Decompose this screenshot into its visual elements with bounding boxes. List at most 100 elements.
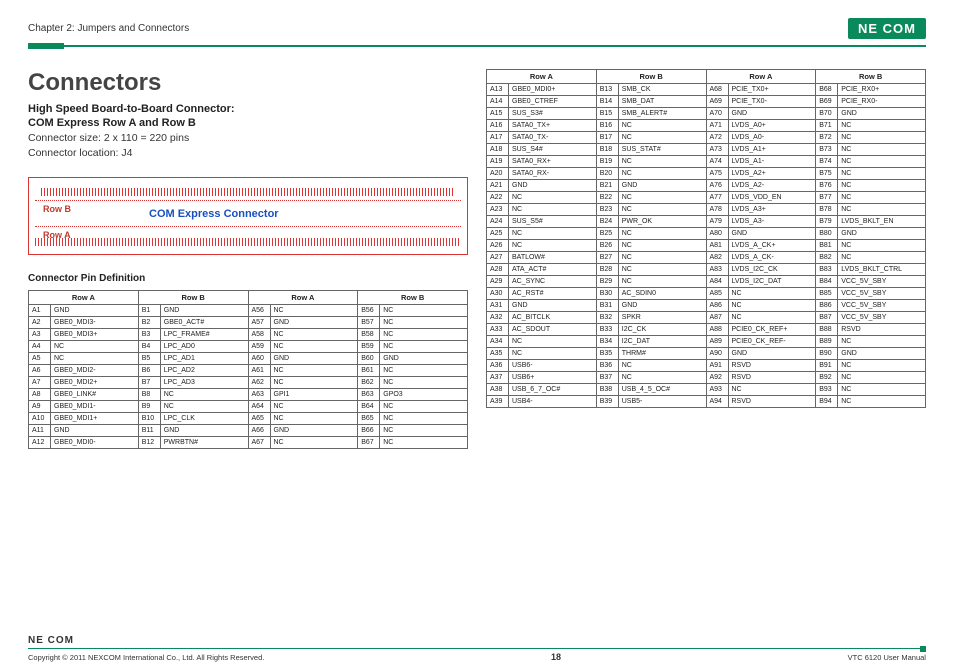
table-cell: B3	[138, 329, 160, 341]
table-cell: GND	[509, 180, 597, 192]
diagram-title: COM Express Connector	[149, 208, 279, 220]
table-row: A7GBE0_MDI2+B7LPC_AD3A62NCB62NC	[29, 377, 468, 389]
table-row: A23NCB23NCA78LVDS_A3+B78NC	[487, 204, 926, 216]
table-cell: GBE0_ACT#	[160, 317, 248, 329]
table-cell: NC	[838, 168, 926, 180]
table-cell: A26	[487, 240, 509, 252]
table-cell: B25	[596, 228, 618, 240]
table-cell: GND	[618, 300, 706, 312]
table-cell: B93	[816, 384, 838, 396]
table-row: A38USB_6_7_OC#B38USB_4_5_OC#A93NCB93NC	[487, 384, 926, 396]
table-row: A22NCB22NCA77LVDS_VDD_ENB77NC	[487, 192, 926, 204]
table-cell: NC	[509, 228, 597, 240]
table-cell: A88	[706, 324, 728, 336]
table-row: A3GBE0_MDI3+B3LPC_FRAME#A58NCB58NC	[29, 329, 468, 341]
table-cell: SATA0_RX-	[509, 168, 597, 180]
table-cell: GBE0_MDI1+	[51, 413, 139, 425]
table-row: A28ATA_ACT#B28NCA83LVDS_I2C_CKB83LVDS_BK…	[487, 264, 926, 276]
table-cell: A82	[706, 252, 728, 264]
table-cell: PCIE_RX0+	[838, 84, 926, 96]
table-cell: NC	[838, 144, 926, 156]
table-cell: A74	[706, 156, 728, 168]
table-cell: LVDS_A_CK-	[728, 252, 816, 264]
table-cell: B84	[816, 276, 838, 288]
table-cell: LPC_AD3	[160, 377, 248, 389]
table-cell: B34	[596, 336, 618, 348]
table-cell: A20	[487, 168, 509, 180]
connector-size: Connector size: 2 x 110 = 220 pins	[28, 132, 468, 144]
table-cell: B62	[358, 377, 380, 389]
table-cell: B86	[816, 300, 838, 312]
table-cell: B74	[816, 156, 838, 168]
table-cell: NC	[380, 317, 468, 329]
table-row: A25NCB25NCA80GNDB80GND	[487, 228, 926, 240]
table-cell: VCC_5V_SBY	[838, 288, 926, 300]
table-cell: SMB_DAT	[618, 96, 706, 108]
table-cell: VCC_5V_SBY	[838, 312, 926, 324]
table-cell: NC	[160, 401, 248, 413]
table-cell: LVDS_A2+	[728, 168, 816, 180]
table-cell: NC	[838, 192, 926, 204]
table-cell: A9	[29, 401, 51, 413]
table-cell: B2	[138, 317, 160, 329]
table-cell: B94	[816, 396, 838, 408]
table-cell: B22	[596, 192, 618, 204]
table-cell: ATA_ACT#	[509, 264, 597, 276]
table-cell: B80	[816, 228, 838, 240]
table-cell: B57	[358, 317, 380, 329]
table-cell: A3	[29, 329, 51, 341]
table-cell: GBE0_MDI3+	[51, 329, 139, 341]
table-cell: A29	[487, 276, 509, 288]
table-cell: PWRBTN#	[160, 437, 248, 449]
table-cell: LVDS_A2-	[728, 180, 816, 192]
th-row-b: Row B	[816, 70, 926, 84]
table-cell: B59	[358, 341, 380, 353]
table-cell: NC	[618, 120, 706, 132]
table-cell: GND	[509, 300, 597, 312]
page-title: Connectors	[28, 69, 468, 97]
table-cell: NC	[270, 401, 358, 413]
table-cell: A34	[487, 336, 509, 348]
table-row: A4NCB4LPC_AD0A59NCB59NC	[29, 341, 468, 353]
table-cell: A71	[706, 120, 728, 132]
table-cell: USB6+	[509, 372, 597, 384]
table-cell: A77	[706, 192, 728, 204]
table-cell: AC_SDOUT	[509, 324, 597, 336]
table-row: A39USB4-B39USB5-A94RSVDB94NC	[487, 396, 926, 408]
table-cell: B28	[596, 264, 618, 276]
table-cell: NC	[728, 312, 816, 324]
table-cell: PCIE0_CK_REF-	[728, 336, 816, 348]
table-cell: NC	[270, 413, 358, 425]
table-cell: NC	[380, 341, 468, 353]
table-cell: B37	[596, 372, 618, 384]
table-cell: A81	[706, 240, 728, 252]
table-cell: B90	[816, 348, 838, 360]
connector-location: Connector location: J4	[28, 147, 468, 159]
table-cell: GPO3	[380, 389, 468, 401]
subtitle-line-2: COM Express Row A and Row B	[28, 117, 468, 129]
table-cell: GND	[270, 317, 358, 329]
table-cell: B23	[596, 204, 618, 216]
table-cell: B20	[596, 168, 618, 180]
table-cell: USB_4_5_OC#	[618, 384, 706, 396]
table-cell: NC	[380, 305, 468, 317]
brand-logo: NE COM	[848, 18, 926, 39]
table-cell: B69	[816, 96, 838, 108]
table-cell: NC	[270, 437, 358, 449]
table-cell: LPC_AD2	[160, 365, 248, 377]
table-cell: A38	[487, 384, 509, 396]
table-cell: A87	[706, 312, 728, 324]
table-cell: NC	[618, 264, 706, 276]
table-cell: LVDS_A1+	[728, 144, 816, 156]
table-cell: GND	[160, 425, 248, 437]
table-row: A15SUS_S3#B15SMB_ALERT#A70GNDB70GND	[487, 108, 926, 120]
table-row: A2GBE0_MDI3-B2GBE0_ACT#A57GNDB57NC	[29, 317, 468, 329]
table-cell: B24	[596, 216, 618, 228]
table-cell: A62	[248, 377, 270, 389]
table-cell: SMB_CK	[618, 84, 706, 96]
table-cell: A89	[706, 336, 728, 348]
table-cell: A23	[487, 204, 509, 216]
table-cell: A8	[29, 389, 51, 401]
table-row: A37USB6+B37NCA92RSVDB92NC	[487, 372, 926, 384]
table-cell: B17	[596, 132, 618, 144]
